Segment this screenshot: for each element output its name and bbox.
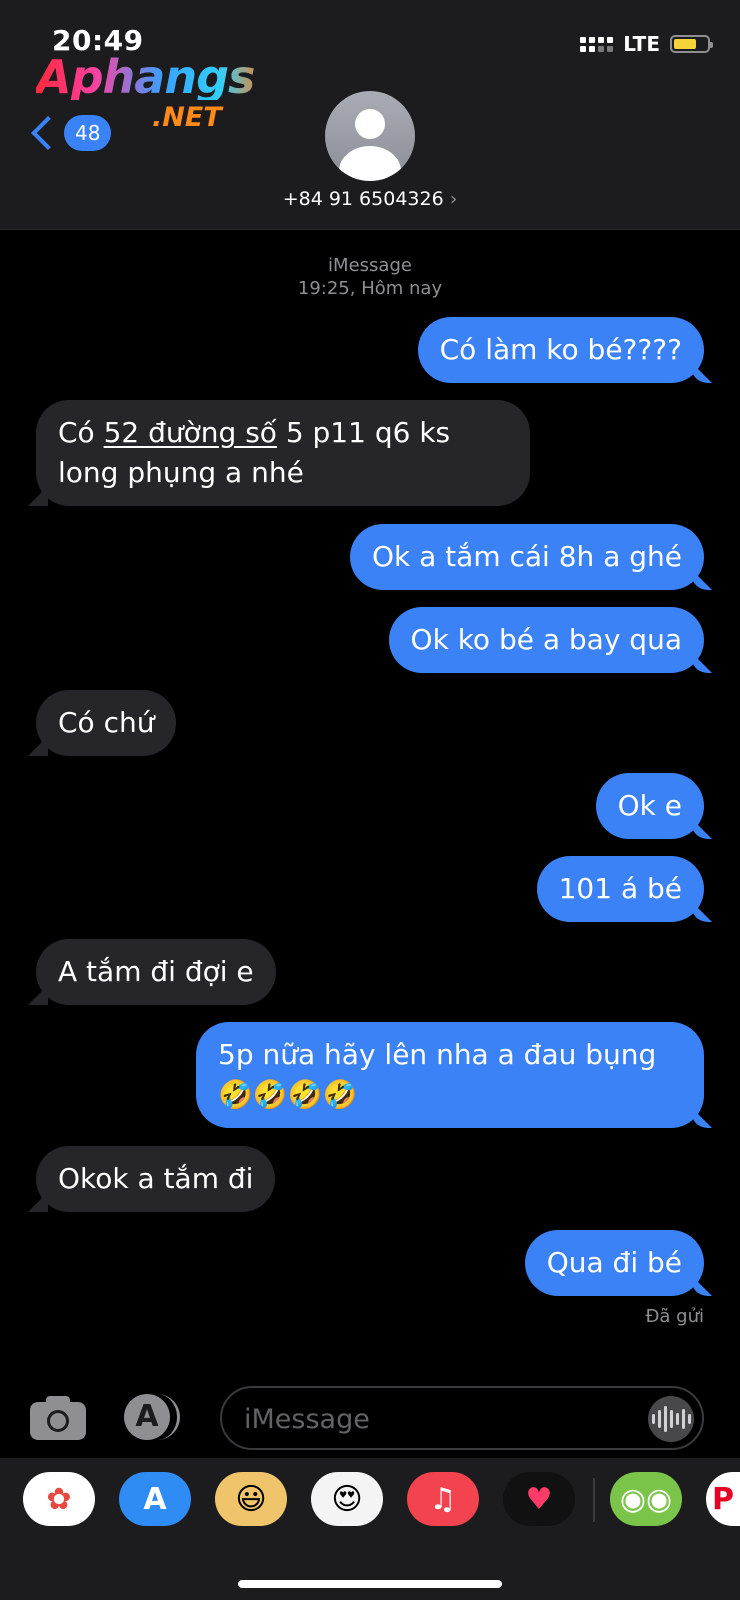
contact-name-button[interactable]: +84 91 6504326 › bbox=[0, 188, 740, 210]
watermark-line1: Aphangs bbox=[36, 54, 266, 100]
digital-touch-app-icon[interactable]: ♥ bbox=[503, 1472, 575, 1526]
apps-button[interactable]: A bbox=[124, 1394, 186, 1442]
network-type: LTE bbox=[623, 32, 660, 56]
message-bubble-outgoing[interactable]: 101 á bé bbox=[536, 856, 704, 922]
message-text: Có chứ bbox=[58, 706, 155, 739]
service-label: iMessage bbox=[328, 255, 412, 276]
message-text: 101 á bé bbox=[558, 872, 682, 905]
message-text: A tắm đi đợi e bbox=[58, 955, 254, 988]
status-indicators: LTE bbox=[580, 32, 713, 56]
message-input[interactable] bbox=[242, 1400, 626, 1438]
drawer-divider bbox=[593, 1478, 595, 1522]
message-bubble-incoming[interactable]: Có chứ bbox=[36, 690, 177, 756]
photos-app-icon[interactable]: ✿ bbox=[23, 1472, 95, 1526]
photos-glyph-icon: ✿ bbox=[46, 1481, 72, 1517]
message-text: Qua đi bé bbox=[546, 1246, 682, 1279]
message-bubble-incoming[interactable]: Okok a tắm đi bbox=[36, 1146, 276, 1212]
message-bubble-outgoing[interactable]: Qua đi bé bbox=[524, 1230, 704, 1296]
digital-touch-glyph-icon: ♥ bbox=[525, 1481, 553, 1517]
contact-number: +84 91 6504326 bbox=[282, 188, 444, 210]
animoji-stickers-app-icon[interactable]: 😍 bbox=[311, 1472, 383, 1526]
message-text: Có bbox=[58, 416, 104, 449]
unread-count-badge: 48 bbox=[64, 115, 112, 151]
message-text: Ok e bbox=[617, 789, 682, 822]
message-bubble-incoming[interactable]: A tắm đi đợi e bbox=[36, 939, 276, 1005]
watermark-line2: .NET bbox=[152, 102, 222, 133]
person-icon bbox=[355, 109, 385, 139]
battery-icon bbox=[670, 35, 713, 53]
duolingo-glyph-icon: ◉◉ bbox=[619, 1481, 673, 1517]
message-text: Ok a tắm cái 8h a ghé bbox=[371, 540, 682, 573]
message-text: Okok a tắm đi bbox=[58, 1162, 254, 1195]
message-bubble-outgoing[interactable]: Ok a tắm cái 8h a ghé bbox=[349, 524, 704, 590]
pinterest-glyph-icon: P bbox=[712, 1481, 734, 1517]
memoji-app-icon[interactable]: 😃 bbox=[215, 1472, 287, 1526]
message-bubble-outgoing[interactable]: Ok ko bé a bay qua bbox=[388, 607, 704, 673]
music-glyph-icon: ♫ bbox=[429, 1481, 457, 1517]
back-button[interactable]: 48 bbox=[28, 115, 112, 151]
contact-avatar[interactable] bbox=[325, 91, 415, 181]
message-input-container[interactable] bbox=[220, 1386, 704, 1450]
message-text: Có làm ko bé???? bbox=[439, 333, 682, 366]
app-drawer: ✿ A 😃 😍 ♫ ♥ ◉◉ P bbox=[0, 1458, 740, 1600]
thread-timestamp: iMessage 19:25, Hôm nay bbox=[0, 254, 740, 300]
timestamp-label: 19:25, Hôm nay bbox=[297, 278, 443, 299]
message-bubble-outgoing[interactable]: Có làm ko bé???? bbox=[417, 317, 704, 383]
message-text: 5p nữa hãy lên nha a đau bụng 🤣🤣🤣🤣 bbox=[218, 1038, 657, 1111]
app-store-icon: A bbox=[124, 1394, 170, 1440]
message-text: Ok ko bé a bay qua bbox=[410, 623, 682, 656]
chevron-right-icon: › bbox=[449, 188, 458, 210]
delivery-status: Đã gửi bbox=[645, 1306, 704, 1327]
memoji-glyph-icon: 😃 bbox=[235, 1481, 267, 1517]
app-store-glyph-icon: A bbox=[143, 1481, 167, 1517]
app-store-app-icon[interactable]: A bbox=[119, 1472, 191, 1526]
duolingo-app-icon[interactable]: ◉◉ bbox=[610, 1472, 682, 1526]
message-bubble-outgoing[interactable]: 5p nữa hãy lên nha a đau bụng 🤣🤣🤣🤣 bbox=[196, 1022, 704, 1128]
message-bubble-outgoing[interactable]: Ok e bbox=[595, 773, 704, 839]
audio-message-button[interactable] bbox=[648, 1396, 694, 1442]
music-app-icon[interactable]: ♫ bbox=[407, 1472, 479, 1526]
chevron-left-icon bbox=[31, 116, 65, 150]
camera-button[interactable] bbox=[30, 1394, 88, 1440]
pinterest-app-icon[interactable]: P bbox=[706, 1472, 740, 1526]
conversation-header: 20:49 LTE Aphangs .NET 48 +84 91 6504326… bbox=[0, 0, 740, 230]
address-link[interactable]: 52 đường số bbox=[104, 416, 277, 449]
message-bubble-incoming[interactable]: Có 52 đường số 5 p11 q6 ks long phụng a … bbox=[36, 400, 530, 506]
home-indicator bbox=[238, 1580, 502, 1588]
animoji-stickers-glyph-icon: 😍 bbox=[331, 1481, 363, 1517]
signal-strength-icon bbox=[580, 36, 614, 52]
